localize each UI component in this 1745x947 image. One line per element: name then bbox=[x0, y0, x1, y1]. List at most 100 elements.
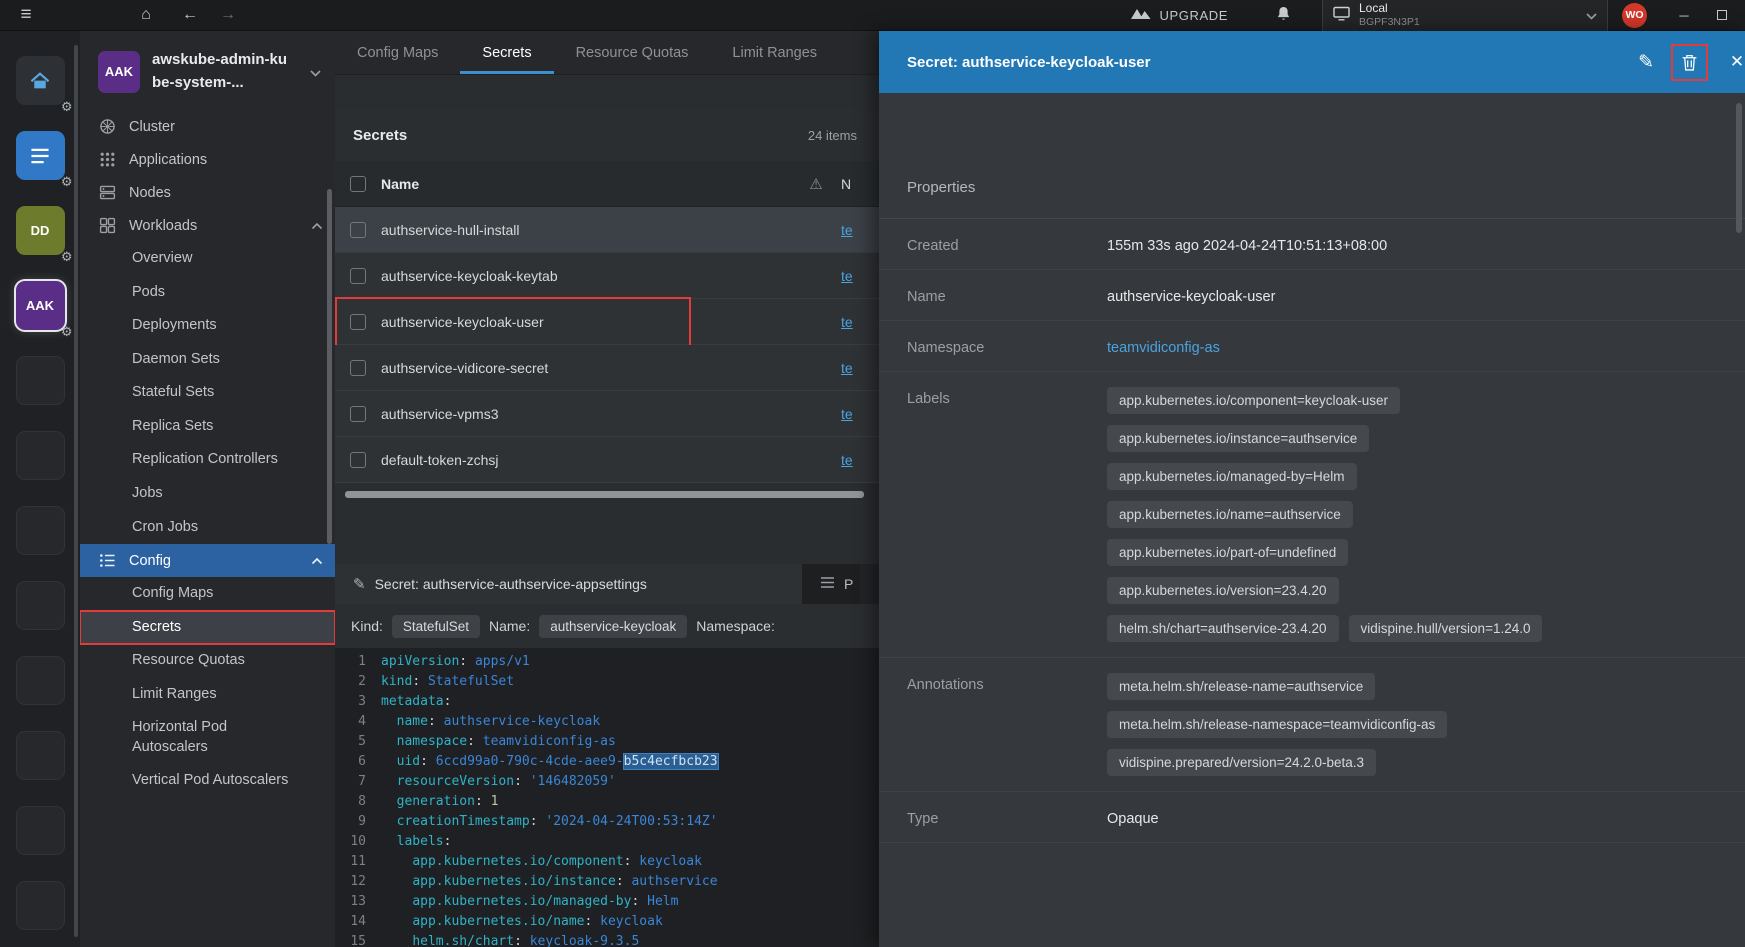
select-all-checkbox[interactable] bbox=[350, 176, 366, 192]
sidebar-item-cluster[interactable]: Cluster bbox=[80, 110, 335, 143]
back-button[interactable]: ← bbox=[176, 6, 204, 24]
secret-name: authservice-vpms3 bbox=[381, 406, 791, 422]
sidebar-item-overview[interactable]: Overview bbox=[80, 242, 335, 276]
bottom-dock: ✎ Secret: authservice-authservice-appset… bbox=[335, 564, 879, 947]
dock-tab-pod[interactable]: P bbox=[802, 564, 860, 604]
code-text: namespace: teamvidiconfig-as bbox=[381, 732, 616, 752]
sidebar-item-resource-quotas[interactable]: Resource Quotas bbox=[80, 644, 335, 678]
yaml-editor[interactable]: 1apiVersion: apps/v12kind: StatefulSet3m… bbox=[335, 648, 879, 947]
namespace-link[interactable]: te bbox=[841, 406, 853, 422]
maximize-button[interactable] bbox=[1711, 10, 1733, 20]
sidebar-item-deployments[interactable]: Deployments bbox=[80, 309, 335, 343]
column-header-name[interactable]: Name bbox=[381, 176, 791, 192]
sidebar-item-limit-ranges[interactable]: Limit Ranges bbox=[80, 678, 335, 712]
pencil-icon: ✎ bbox=[353, 575, 366, 593]
sidebar-item-secrets[interactable]: Secrets bbox=[80, 611, 335, 645]
panel-scrollbar[interactable] bbox=[1736, 103, 1742, 233]
chip-row: meta.helm.sh/release-namespace=teamvidic… bbox=[1107, 711, 1447, 738]
namespace-link[interactable]: te bbox=[841, 222, 853, 238]
topbar: ≡ ⌂ ← → UPGRADE Local BGPF3N3P1 WO ─ bbox=[0, 0, 1745, 31]
table-row[interactable]: default-token-zchsjte bbox=[335, 437, 879, 483]
table-row[interactable]: authservice-vidicore-secrette bbox=[335, 345, 879, 391]
row-checkbox[interactable] bbox=[350, 360, 366, 376]
namespace-label: Namespace bbox=[907, 336, 1107, 356]
rail-tile-dd[interactable]: DD⚙ bbox=[16, 206, 65, 255]
rail-tile-catalog[interactable]: ⚙ bbox=[16, 131, 65, 180]
sidebar-item-daemon-sets[interactable]: Daemon Sets bbox=[80, 343, 335, 377]
yaml-value: '2024-04-24T00:53:14Z' bbox=[545, 814, 717, 829]
namespace-cell: te bbox=[841, 360, 879, 376]
table-row[interactable]: authservice-keycloak-keytabte bbox=[335, 253, 879, 299]
namespace-link[interactable]: teamvidiconfig-as bbox=[1107, 336, 1220, 356]
row-checkbox[interactable] bbox=[350, 452, 366, 468]
menu-icon[interactable]: ≡ bbox=[12, 4, 40, 26]
upgrade-icon bbox=[1130, 7, 1152, 23]
rail-tile-placeholder bbox=[16, 881, 65, 930]
sidebar-item-pods[interactable]: Pods bbox=[80, 276, 335, 310]
namespace-link[interactable]: te bbox=[841, 452, 853, 468]
row-checkbox[interactable] bbox=[350, 222, 366, 238]
close-button[interactable]: ✕ bbox=[1725, 52, 1745, 72]
name-value: authservice-keycloak-user bbox=[1107, 285, 1275, 305]
sidebar-item-replication-controllers[interactable]: Replication Controllers bbox=[80, 443, 335, 477]
table-row[interactable]: authservice-keycloak-userte bbox=[335, 299, 879, 345]
gear-icon[interactable]: ⚙ bbox=[61, 324, 73, 340]
code-text: name: authservice-keycloak bbox=[381, 712, 600, 732]
forward-button[interactable]: → bbox=[214, 6, 242, 24]
sidebar-item-workloads[interactable]: Workloads bbox=[80, 209, 335, 242]
row-checkbox[interactable] bbox=[350, 406, 366, 422]
sidebar-item-nodes[interactable]: Nodes bbox=[80, 176, 335, 209]
sidebar-item-applications[interactable]: Applications bbox=[80, 143, 335, 176]
sidebar-item-jobs[interactable]: Jobs bbox=[80, 477, 335, 511]
sidebar-item-stateful-sets[interactable]: Stateful Sets bbox=[80, 376, 335, 410]
edit-button[interactable]: ✎ bbox=[1638, 51, 1654, 74]
notifications-button[interactable] bbox=[1270, 6, 1296, 25]
column-header-namespace[interactable]: N bbox=[841, 176, 879, 192]
delete-button[interactable] bbox=[1676, 49, 1703, 76]
namespace-link[interactable]: te bbox=[841, 314, 853, 330]
sidebar-item-horizontal-pod-autoscalers[interactable]: Horizontal Pod Autoscalers bbox=[80, 711, 335, 764]
type-value: Opaque bbox=[1107, 807, 1159, 827]
sidebar-item-label: Applications bbox=[129, 152, 207, 168]
user-menu-button[interactable]: WO bbox=[1622, 3, 1647, 28]
cluster-switcher[interactable]: Local BGPF3N3P1 bbox=[1322, 0, 1608, 31]
secrets-table: Name ⚠ N authservice-hull-installteauths… bbox=[335, 161, 879, 483]
sidebar-scrollbar[interactable] bbox=[327, 189, 332, 544]
sidebar-item-config-maps[interactable]: Config Maps bbox=[80, 577, 335, 611]
detail-panel: Secret: authservice-keycloak-user ✎ ✕ Pr… bbox=[879, 31, 1745, 947]
upgrade-button[interactable]: UPGRADE bbox=[1130, 7, 1229, 23]
horizontal-scrollbar[interactable] bbox=[345, 491, 869, 498]
sidebar-item-config[interactable]: Config bbox=[80, 544, 335, 577]
sidebar-item-replica-sets[interactable]: Replica Sets bbox=[80, 410, 335, 444]
chevron-up-icon bbox=[311, 553, 323, 569]
row-checkbox[interactable] bbox=[350, 268, 366, 284]
yaml-value: 6ccd99a0-790c-4cde-aee9- bbox=[436, 754, 624, 769]
home-button[interactable]: ⌂ bbox=[132, 6, 160, 24]
namespace-link[interactable]: te bbox=[841, 268, 853, 284]
gear-icon[interactable]: ⚙ bbox=[61, 174, 73, 190]
cluster-switcher-text: Local BGPF3N3P1 bbox=[1359, 2, 1420, 28]
gear-icon[interactable]: ⚙ bbox=[61, 99, 73, 115]
tab-config-maps[interactable]: Config Maps bbox=[335, 31, 460, 74]
sidebar-item-cron-jobs[interactable]: Cron Jobs bbox=[80, 511, 335, 545]
tab-secrets[interactable]: Secrets bbox=[460, 31, 553, 74]
minimize-button[interactable]: ─ bbox=[1673, 8, 1695, 23]
horizontal-scrollbar-thumb[interactable] bbox=[345, 491, 864, 498]
labels-chips: app.kubernetes.io/component=keycloak-use… bbox=[1107, 387, 1542, 642]
rail-tile-aak[interactable]: AAK⚙ bbox=[16, 281, 65, 330]
namespace-link[interactable]: te bbox=[841, 360, 853, 376]
table-row[interactable]: authservice-hull-installte bbox=[335, 207, 879, 253]
cluster-selector[interactable]: AAK awskube-admin-kube-system-... bbox=[80, 31, 335, 110]
tab-limit-ranges[interactable]: Limit Ranges bbox=[710, 31, 839, 74]
sidebar-item-vertical-pod-autoscalers[interactable]: Vertical Pod Autoscalers bbox=[80, 764, 335, 798]
rail-tile-home[interactable]: ⚙ bbox=[16, 56, 65, 105]
dock-tab-secret[interactable]: ✎ Secret: authservice-authservice-appset… bbox=[335, 564, 802, 604]
table-row[interactable]: authservice-vpms3 te bbox=[335, 391, 879, 437]
gear-icon[interactable]: ⚙ bbox=[61, 249, 73, 265]
lines-icon bbox=[820, 575, 835, 593]
label-chip: app.kubernetes.io/version=23.4.20 bbox=[1107, 577, 1339, 604]
sidebar-subitem-label: Replication Controllers bbox=[132, 450, 278, 470]
code-text: helm.sh/chart: keycloak-9.3.5 bbox=[381, 932, 639, 947]
row-checkbox[interactable] bbox=[350, 314, 366, 330]
tab-resource-quotas[interactable]: Resource Quotas bbox=[554, 31, 711, 74]
